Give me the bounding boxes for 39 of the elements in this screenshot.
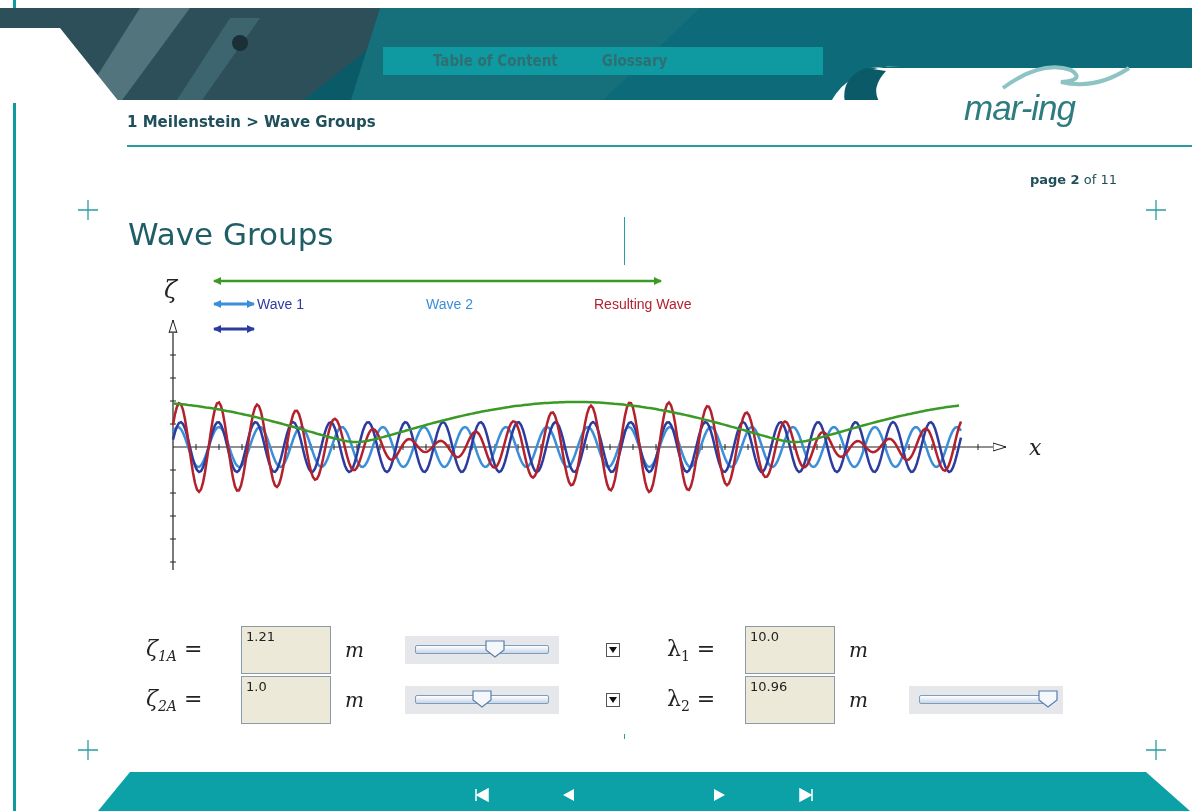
slider-thumb[interactable] — [485, 640, 506, 658]
value-field[interactable]: 1.21 — [241, 626, 331, 674]
slider[interactable] — [405, 636, 559, 664]
logo: mar-ing — [964, 88, 1075, 128]
legend-label: Wave 2 — [426, 296, 473, 312]
slider-thumb[interactable] — [472, 690, 492, 708]
value-field[interactable]: 10.0 — [745, 626, 835, 674]
page-indicator: page 2 of 11 — [1029, 172, 1117, 187]
double-arrow — [213, 325, 255, 333]
slider[interactable] — [909, 686, 1063, 714]
last-page-button[interactable] — [797, 786, 815, 804]
check-icon — [608, 695, 618, 705]
slider-thumb[interactable] — [1038, 690, 1059, 708]
breadcrumb: 1 Meilenstein > Wave Groups — [127, 113, 376, 131]
value-field[interactable]: 10.96 — [745, 676, 835, 724]
crosshair-mark — [1146, 740, 1166, 760]
unit-label: m — [848, 688, 869, 712]
double-arrow — [213, 300, 255, 308]
slider[interactable] — [405, 686, 559, 714]
math-label: ζ$_{1A}$ = — [145, 635, 204, 665]
unit-label: m — [344, 688, 365, 712]
first-page-button[interactable] — [473, 786, 491, 804]
check-icon — [608, 645, 618, 655]
legend-label: Resulting Wave — [594, 296, 692, 312]
crosshair-mark — [78, 740, 98, 760]
math-label: λ$_{1}$ = — [667, 635, 717, 665]
crosshair-mark — [1146, 200, 1166, 220]
crosshair-mark — [78, 200, 98, 220]
math-label: λ$_{2}$ = — [667, 685, 717, 715]
math-label: ζ$_{2A}$ = — [145, 685, 204, 715]
axis-label: ζ — [164, 276, 177, 304]
legend-label: Wave 1 — [257, 296, 304, 312]
unit-label: m — [848, 638, 869, 662]
page-title: Wave Groups — [128, 216, 334, 252]
unit-label: m — [344, 638, 365, 662]
checkbox[interactable] — [606, 693, 620, 707]
axis-label: x — [1029, 435, 1042, 460]
checkbox[interactable] — [606, 643, 620, 657]
value-field[interactable]: 1.0 — [241, 676, 331, 724]
